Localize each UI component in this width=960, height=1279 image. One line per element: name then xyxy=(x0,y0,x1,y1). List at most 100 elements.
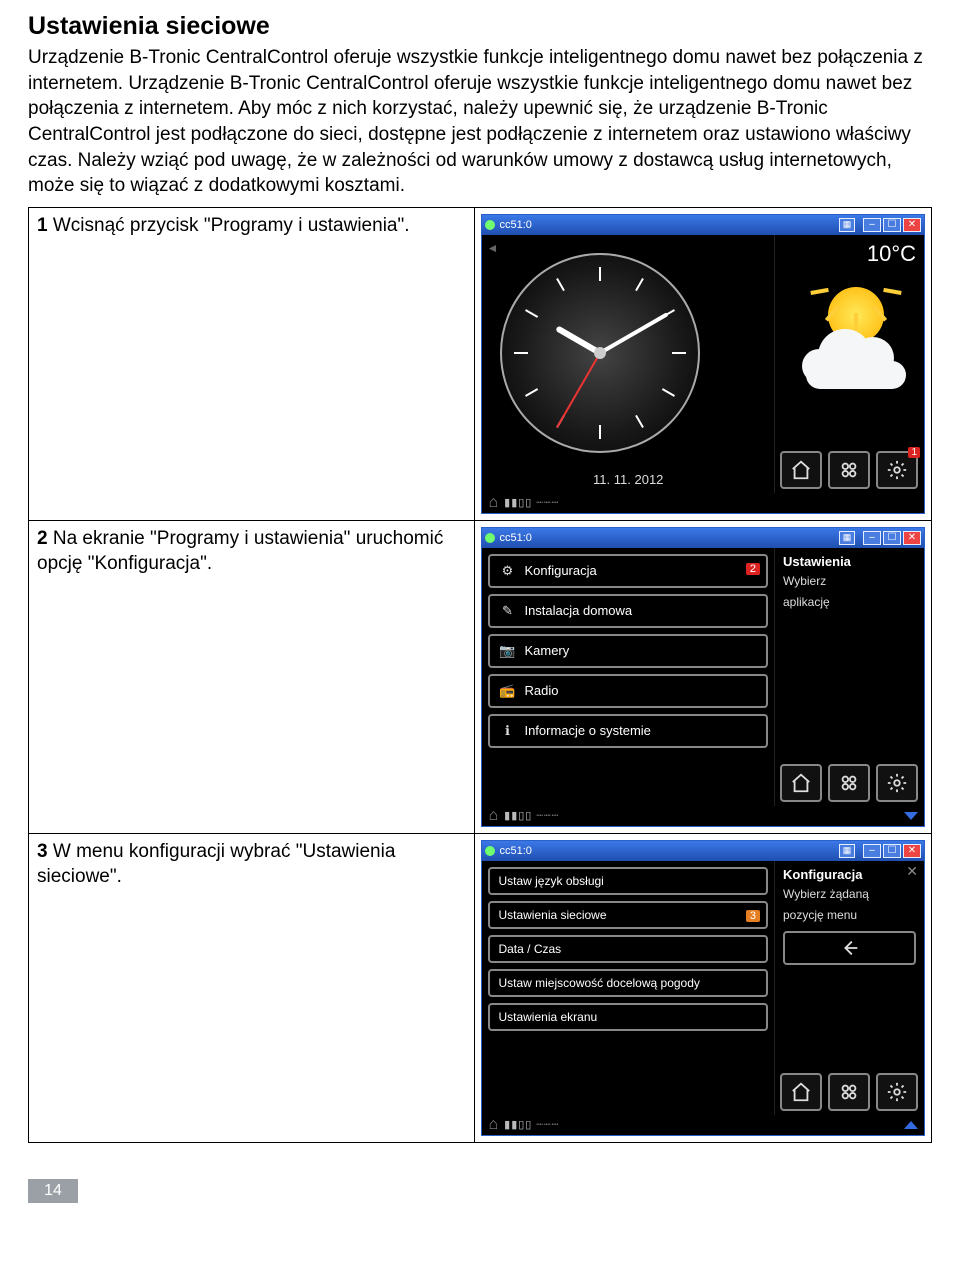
menu-item-label: Konfiguracja xyxy=(524,563,596,578)
config-menu: Ustaw język obsługi Ustawienia sieciowe … xyxy=(482,861,774,1043)
step-text: 3 W menu konfiguracji wybrać "Ustawienia… xyxy=(29,833,475,1142)
page-heading: Ustawienia sieciowe xyxy=(28,12,932,41)
device-window: cc51:0 ▦ – ☐ ✕ Ustaw język obsługi xyxy=(481,840,925,1136)
menu-item-label: Informacje o systemie xyxy=(524,723,650,738)
scroll-up-icon[interactable] xyxy=(904,1121,918,1129)
minimize-button[interactable]: – xyxy=(863,844,881,858)
intro-paragraph: Urządzenie B-Tronic CentralControl oferu… xyxy=(28,45,932,199)
menu-item-instalacja[interactable]: ✎ Instalacja domowa xyxy=(488,594,768,628)
nav-home-button[interactable] xyxy=(780,451,822,489)
menu-item-label: Radio xyxy=(524,683,558,698)
signal-icon: ▮▮▯▯ ┈┈┈ xyxy=(504,809,559,822)
clock-minute-hand xyxy=(599,312,669,354)
home-screen: ◄ xyxy=(482,235,774,493)
menu-item-sieciowe[interactable]: Ustawienia sieciowe 3 xyxy=(488,901,768,929)
info-icon: ℹ xyxy=(498,722,516,740)
menu-item-label: Ustawienia sieciowe xyxy=(498,908,606,922)
nav-home-button[interactable] xyxy=(780,1073,822,1111)
analog-clock xyxy=(500,253,700,453)
titlebar-icon: ▦ xyxy=(839,844,855,858)
side-heading: Konfiguracja xyxy=(775,861,924,884)
maximize-button[interactable]: ☐ xyxy=(883,844,901,858)
close-button[interactable]: ✕ xyxy=(903,531,921,545)
step-description: Na ekranie "Programy i ustawienia" uruch… xyxy=(37,528,443,574)
settings-menu: ⚙ Konfiguracja 2 ✎ Instalacja domowa 📷 K… xyxy=(482,548,774,760)
step-text: 2 Na ekranie "Programy i ustawienia" uru… xyxy=(29,520,475,833)
side-text: aplikację xyxy=(775,592,924,613)
side-heading: Ustawienia xyxy=(775,548,924,571)
step-number: 2 xyxy=(37,528,48,549)
home-right-panel: 10°C xyxy=(774,235,924,493)
menu-item-informacje[interactable]: ℹ Informacje o systemie xyxy=(488,714,768,748)
maximize-button[interactable]: ☐ xyxy=(883,531,901,545)
nav-settings-button[interactable] xyxy=(876,1073,918,1111)
wrench-icon: ✎ xyxy=(498,602,516,620)
menu-item-pogoda[interactable]: Ustaw miejscowość docelową pogody xyxy=(488,969,768,997)
menu-item-label: Ustawienia ekranu xyxy=(498,1010,597,1024)
temperature-label: 10°C xyxy=(867,241,916,267)
menu-item-label: Kamery xyxy=(524,643,569,658)
device-window: cc51:0 ▦ – ☐ ✕ ◄ xyxy=(481,214,925,514)
page-number: 14 xyxy=(28,1179,78,1203)
sliders-icon: ⚙ xyxy=(498,562,516,580)
bottom-nav xyxy=(774,760,924,806)
nav-apps-button[interactable] xyxy=(828,764,870,802)
window-titlebar: cc51:0 ▦ – ☐ ✕ xyxy=(482,528,924,548)
step-number: 3 xyxy=(37,841,48,862)
radio-icon: 📻 xyxy=(498,682,516,700)
side-text: Wybierz xyxy=(775,571,924,592)
status-dot-icon xyxy=(485,220,495,230)
nav-settings-button[interactable] xyxy=(876,764,918,802)
chevron-left-icon[interactable]: ◄ xyxy=(486,241,498,255)
nav-apps-button[interactable] xyxy=(828,451,870,489)
menu-item-konfiguracja[interactable]: ⚙ Konfiguracja 2 xyxy=(488,554,768,588)
menu-item-label: Ustaw język obsługi xyxy=(498,874,603,888)
menu-item-radio[interactable]: 📻 Radio xyxy=(488,674,768,708)
step-text: 1 Wcisnąć przycisk "Programy i ustawieni… xyxy=(29,207,475,520)
step-description: W menu konfiguracji wybrać "Ustawienia s… xyxy=(37,841,395,887)
status-bar: ⌂ ▮▮▯▯ ┈┈┈ xyxy=(482,493,924,513)
nav-apps-button[interactable] xyxy=(828,1073,870,1111)
menu-item-ekran[interactable]: Ustawienia ekranu xyxy=(488,1003,768,1031)
nav-home-button[interactable] xyxy=(780,764,822,802)
back-button[interactable] xyxy=(783,931,916,965)
bottom-nav xyxy=(774,1069,924,1115)
step-badge: 3 xyxy=(746,910,760,922)
menu-item-jezyk[interactable]: Ustaw język obsługi xyxy=(488,867,768,895)
window-titlebar: cc51:0 ▦ – ☐ ✕ xyxy=(482,215,924,235)
status-dot-icon xyxy=(485,846,495,856)
minimize-button[interactable]: – xyxy=(863,531,881,545)
device-window: cc51:0 ▦ – ☐ ✕ ⚙ Konfiguracja 2 xyxy=(481,527,925,827)
maximize-button[interactable]: ☐ xyxy=(883,218,901,232)
close-panel-icon[interactable]: ✕ xyxy=(906,863,918,880)
menu-item-label: Data / Czas xyxy=(498,942,561,956)
signal-icon: ▮▮▯▯ ┈┈┈ xyxy=(504,496,559,509)
status-dot-icon xyxy=(485,533,495,543)
home-indicator-icon: ⌂ xyxy=(488,807,498,825)
menu-item-label: Ustaw miejscowość docelową pogody xyxy=(498,976,699,990)
home-indicator-icon: ⌂ xyxy=(488,494,498,512)
close-button[interactable]: ✕ xyxy=(903,844,921,858)
minimize-button[interactable]: – xyxy=(863,218,881,232)
side-text: pozycję menu xyxy=(775,905,924,926)
step-screenshot: cc51:0 ▦ – ☐ ✕ Ustaw język obsługi xyxy=(475,833,932,1142)
window-title: cc51:0 xyxy=(499,219,531,231)
status-bar: ⌂ ▮▮▯▯ ┈┈┈ xyxy=(482,806,924,826)
menu-item-label: Instalacja domowa xyxy=(524,603,632,618)
steps-table: 1 Wcisnąć przycisk "Programy i ustawieni… xyxy=(28,207,932,1143)
close-button[interactable]: ✕ xyxy=(903,218,921,232)
step-description: Wcisnąć przycisk "Programy i ustawienia"… xyxy=(53,215,410,236)
step-screenshot: cc51:0 ▦ – ☐ ✕ ⚙ Konfiguracja 2 xyxy=(475,520,932,833)
scroll-down-icon[interactable] xyxy=(904,812,918,820)
step-badge: 2 xyxy=(746,563,760,575)
weather-icon xyxy=(788,281,918,401)
window-titlebar: cc51:0 ▦ – ☐ ✕ xyxy=(482,841,924,861)
bottom-nav: 1 xyxy=(774,447,924,493)
status-bar: ⌂ ▮▮▯▯ ┈┈┈ xyxy=(482,1115,924,1135)
menu-item-kamery[interactable]: 📷 Kamery xyxy=(488,634,768,668)
nav-settings-button[interactable]: 1 xyxy=(876,451,918,489)
side-text: Wybierz żądaną xyxy=(775,884,924,905)
menu-item-dataczas[interactable]: Data / Czas xyxy=(488,935,768,963)
titlebar-icon: ▦ xyxy=(839,218,855,232)
step-screenshot: cc51:0 ▦ – ☐ ✕ ◄ xyxy=(475,207,932,520)
